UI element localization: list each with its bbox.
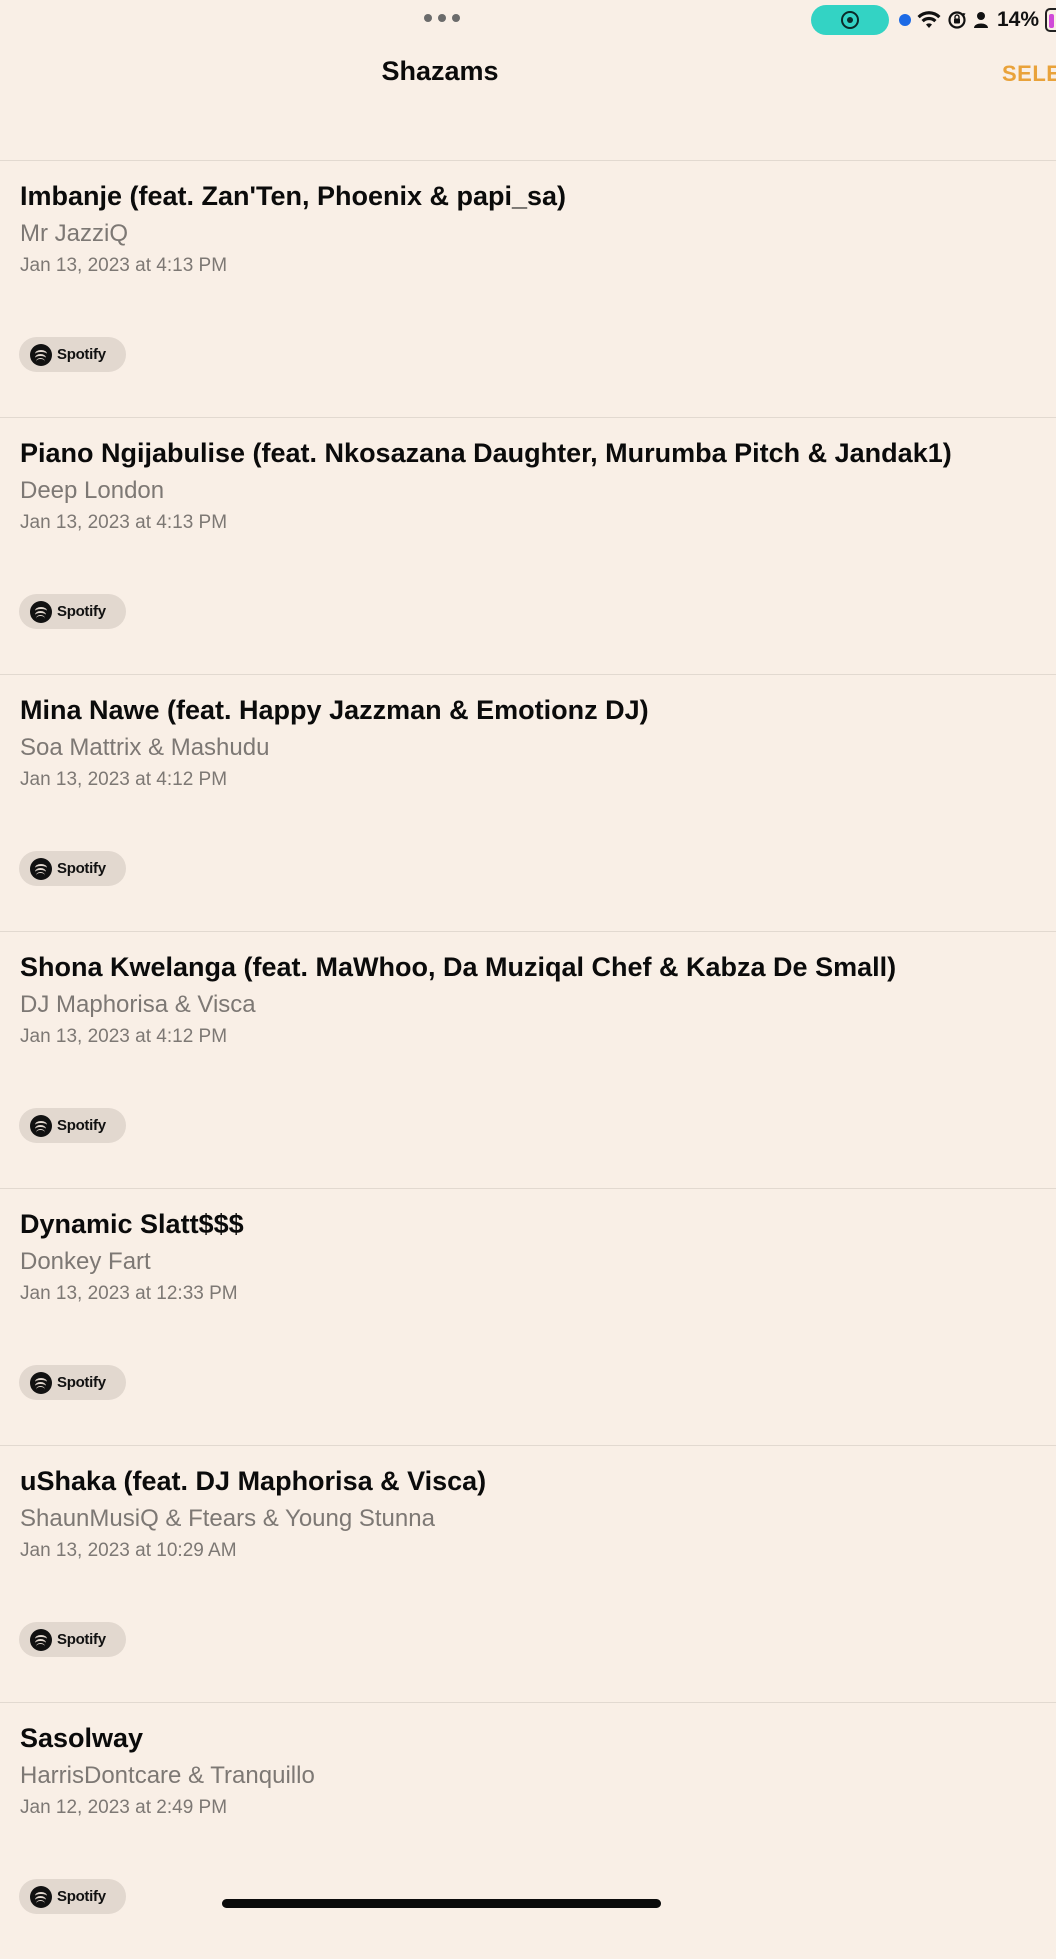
spotify-icon bbox=[30, 1114, 52, 1137]
spotify-icon bbox=[30, 1885, 52, 1908]
spotify-icon bbox=[30, 343, 52, 366]
list-item[interactable]: Dynamic Slatt$$$ Donkey Fart Jan 13, 202… bbox=[0, 1188, 1056, 1445]
home-indicator[interactable] bbox=[222, 1899, 661, 1908]
battery-icon bbox=[1045, 8, 1056, 32]
spotify-icon bbox=[30, 857, 52, 880]
shazam-date: Jan 13, 2023 at 4:12 PM bbox=[20, 1026, 228, 1047]
song-artist: ShaunMusiQ & Ftears & Young Stunna bbox=[20, 1505, 435, 1532]
status-indicators: 14% bbox=[899, 6, 1056, 34]
song-title: Mina Nawe (feat. Happy Jazzman & Emotion… bbox=[20, 695, 649, 725]
song-title: Shona Kwelanga (feat. MaWhoo, Da Muziqal… bbox=[20, 952, 897, 982]
spotify-label: Spotify bbox=[57, 1888, 106, 1905]
list-item[interactable]: Sasolway HarrisDontcare & Tranquillo Jan… bbox=[0, 1702, 1056, 1959]
open-in-spotify-button[interactable]: Spotify bbox=[19, 1879, 126, 1914]
open-in-spotify-button[interactable]: Spotify bbox=[19, 594, 126, 629]
open-in-spotify-button[interactable]: Spotify bbox=[19, 337, 126, 372]
song-title: Imbanje (feat. Zan'Ten, Phoenix & papi_s… bbox=[20, 181, 567, 211]
shazam-date: Jan 13, 2023 at 4:13 PM bbox=[20, 512, 228, 533]
spotify-label: Spotify bbox=[57, 1117, 106, 1134]
privacy-indicator-dot bbox=[899, 14, 911, 26]
list-item[interactable]: Piano Ngijabulise (feat. Nkosazana Daugh… bbox=[0, 417, 1056, 674]
song-artist: Deep London bbox=[20, 477, 165, 504]
song-title: Sasolway bbox=[20, 1723, 144, 1753]
spotify-icon bbox=[30, 1371, 52, 1394]
list-item[interactable]: uShaka (feat. DJ Maphorisa & Visca) Shau… bbox=[0, 1445, 1056, 1702]
shazam-date: Jan 13, 2023 at 12:33 PM bbox=[20, 1283, 238, 1304]
song-artist: Donkey Fart bbox=[20, 1248, 151, 1275]
wifi-icon bbox=[917, 10, 941, 30]
song-artist: DJ Maphorisa & Visca bbox=[20, 991, 256, 1018]
spotify-icon bbox=[30, 1628, 52, 1651]
open-in-spotify-button[interactable]: Spotify bbox=[19, 1365, 126, 1400]
select-button[interactable]: SELE bbox=[1002, 61, 1056, 87]
song-artist: Soa Mattrix & Mashudu bbox=[20, 734, 270, 761]
screen-recording-icon[interactable] bbox=[811, 5, 889, 35]
song-title: uShaka (feat. DJ Maphorisa & Visca) bbox=[20, 1466, 487, 1496]
spotify-label: Spotify bbox=[57, 860, 106, 877]
song-artist: Mr JazziQ bbox=[20, 220, 128, 247]
orientation-lock-icon bbox=[947, 10, 967, 30]
battery-percentage: 14% bbox=[997, 8, 1040, 31]
open-in-spotify-button[interactable]: Spotify bbox=[19, 851, 126, 886]
shazam-date: Jan 13, 2023 at 4:12 PM bbox=[20, 769, 228, 790]
person-icon bbox=[973, 10, 989, 30]
song-title: Piano Ngijabulise (feat. Nkosazana Daugh… bbox=[20, 438, 952, 468]
multitasking-dots-icon[interactable] bbox=[424, 12, 460, 24]
list-item[interactable]: Shona Kwelanga (feat. MaWhoo, Da Muziqal… bbox=[0, 931, 1056, 1188]
page-title: Shazams bbox=[381, 56, 499, 86]
open-in-spotify-button[interactable]: Spotify bbox=[19, 1108, 126, 1143]
shazam-date: Jan 13, 2023 at 10:29 AM bbox=[20, 1540, 237, 1561]
spotify-label: Spotify bbox=[57, 603, 106, 620]
shazam-date: Jan 12, 2023 at 2:49 PM bbox=[20, 1797, 228, 1818]
open-in-spotify-button[interactable]: Spotify bbox=[19, 1622, 126, 1657]
list-item[interactable]: Mina Nawe (feat. Happy Jazzman & Emotion… bbox=[0, 674, 1056, 931]
spotify-label: Spotify bbox=[57, 1374, 106, 1391]
shazam-date: Jan 13, 2023 at 4:13 PM bbox=[20, 255, 228, 276]
song-artist: HarrisDontcare & Tranquillo bbox=[20, 1762, 315, 1789]
shazam-list: Imbanje (feat. Zan'Ten, Phoenix & papi_s… bbox=[0, 160, 1056, 1959]
list-item[interactable]: Imbanje (feat. Zan'Ten, Phoenix & papi_s… bbox=[0, 160, 1056, 417]
spotify-label: Spotify bbox=[57, 346, 106, 363]
spotify-icon bbox=[30, 600, 52, 623]
spotify-label: Spotify bbox=[57, 1631, 106, 1648]
song-title: Dynamic Slatt$$$ bbox=[20, 1209, 244, 1239]
status-bar: 14% bbox=[0, 0, 1056, 40]
